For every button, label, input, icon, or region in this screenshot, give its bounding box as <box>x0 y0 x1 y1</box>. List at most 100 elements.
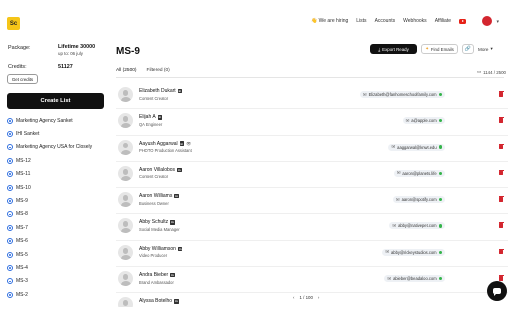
pagination: ‹ 1 / 100 › <box>293 295 319 300</box>
sidebar-list-item[interactable]: MS-8 <box>7 208 107 221</box>
sparkle-icon: ✦ <box>425 46 429 51</box>
email-pill[interactable]: ✉ a@apple.com <box>402 117 445 125</box>
sidebar-list-item[interactable]: MS-6 <box>7 235 107 248</box>
sidebar-list-item[interactable]: MS-7 <box>7 221 107 234</box>
next-page-button[interactable]: › <box>318 295 319 300</box>
table-row[interactable]: Elijah Ain QA Engineer ✉ a@apple.com <box>116 109 508 136</box>
contact-name[interactable]: Abby Williamson <box>139 246 176 252</box>
contact-title: QA Engineer <box>139 121 163 127</box>
list-icon <box>7 198 13 205</box>
email-pill[interactable]: ✉ abby@rickeystudios.com <box>382 248 445 256</box>
contact-name[interactable]: Elizabeth Dukart <box>139 88 176 94</box>
chevron-down-icon: ▾ <box>490 46 493 51</box>
chat-button[interactable] <box>487 281 507 301</box>
trash-icon[interactable] <box>498 275 504 281</box>
contact-name[interactable]: Elijah A <box>139 114 156 120</box>
trash-icon[interactable] <box>498 169 504 176</box>
linkedin-icon[interactable]: in <box>177 246 183 252</box>
nav-affiliate[interactable]: Affiliate <box>435 18 451 24</box>
linkedin-icon[interactable]: in <box>170 272 175 278</box>
linkedin-icon[interactable]: in <box>177 88 183 94</box>
sidebar-list-item[interactable]: Marketing Agency Sanket <box>7 114 107 127</box>
top-bar: Sc 👋 We are hiring Lists Accounts Webhoo… <box>0 0 512 40</box>
contact-title: Content Creator <box>139 95 169 101</box>
mail-icon: ✉ <box>385 249 390 255</box>
sidebar-list-item[interactable]: MS-9 <box>7 194 107 207</box>
nav-lists[interactable]: Lists <box>356 18 366 24</box>
contact-name[interactable]: Aayush Aggarwal <box>139 141 178 147</box>
contact-name[interactable]: Aaron Villalobos <box>139 167 175 173</box>
table-row[interactable]: Aaron Williams in Business Owner ✉ aaron@s… <box>116 188 508 215</box>
hiring-link[interactable]: 👋 We are hiring <box>311 18 348 24</box>
avatar <box>118 271 133 287</box>
sidebar-list-item[interactable]: MS-5 <box>7 248 107 261</box>
email-pill[interactable]: ✉ aaron@spotify.com <box>392 196 445 204</box>
sidebar-list-item[interactable]: MS-2 <box>7 288 107 301</box>
list-icon <box>7 117 13 124</box>
trash-icon[interactable] <box>498 143 504 150</box>
prev-page-button[interactable]: ‹ <box>293 295 294 300</box>
trash-icon[interactable] <box>498 117 504 123</box>
mail-icon: ✉ <box>387 275 392 281</box>
sidebar-list-item[interactable]: Marketing Agency USA for Closely <box>7 141 107 154</box>
linkedin-icon[interactable]: in <box>177 167 182 173</box>
trash-icon[interactable] <box>498 91 504 97</box>
sidebar-list-item[interactable]: MS-4 <box>7 261 107 274</box>
contact-name[interactable]: Abby Schultz <box>139 219 168 225</box>
list-icon <box>7 144 13 151</box>
contact-name[interactable]: Andra Bieber <box>139 272 168 278</box>
sidebar-list-item[interactable]: IHI Sanket <box>7 127 107 140</box>
export-button[interactable]: ⤓ Export Ready <box>370 44 417 54</box>
chevron-down-icon[interactable]: ▾ <box>496 19 499 25</box>
linkedin-icon[interactable]: in <box>170 220 175 225</box>
contact-name[interactable]: Alyssa Botelho <box>139 298 172 304</box>
avatar <box>118 113 133 129</box>
chat-icon <box>493 288 501 296</box>
find-emails-button[interactable]: ✦ Find Emails <box>421 44 458 54</box>
avatar <box>118 87 133 102</box>
status-dot <box>438 224 442 228</box>
sidebar-list-item[interactable]: MS-10 <box>7 181 107 194</box>
trash-icon[interactable] <box>498 196 504 202</box>
create-list-button[interactable]: Create List <box>7 93 104 109</box>
linkedin-icon[interactable]: in <box>174 299 179 304</box>
card-icon: ▭ <box>476 69 482 74</box>
nav-webhooks[interactable]: Webhooks <box>403 18 427 24</box>
table-row[interactable]: Andra Bieber in Brand Ambassador ✉ abieber… <box>116 267 508 294</box>
app-logo[interactable]: Sc <box>7 17 20 30</box>
nav-accounts[interactable]: Accounts <box>375 18 396 24</box>
package-value: Lifetime 30000 <box>58 44 96 50</box>
table-row[interactable]: Elizabeth Dukart in Content Creator ✉ Eliz… <box>116 83 508 110</box>
trash-icon[interactable] <box>498 222 504 229</box>
sidebar-list-item[interactable]: MS-11 <box>7 168 107 181</box>
table-row[interactable]: Abby Williamson in Video Producer ✉ abby@r… <box>116 241 508 268</box>
more-button[interactable]: More ▾ <box>478 44 493 54</box>
user-avatar[interactable] <box>482 16 492 26</box>
youtube-icon[interactable] <box>459 18 466 24</box>
package-sub: up to: 06 july <box>58 51 83 56</box>
email-pill[interactable]: ✉ abby@nativepet.com <box>389 222 445 230</box>
email-pill[interactable]: ✉ aaron@planets.life <box>393 169 445 177</box>
avatar <box>118 244 133 260</box>
email-pill[interactable]: ✉ aaggarwal@knwt.edu <box>388 143 445 151</box>
contact-name[interactable]: Aaron Williams <box>139 193 172 199</box>
list-icon <box>7 131 13 138</box>
trash-icon[interactable] <box>498 248 504 255</box>
sidebar-list-item[interactable]: MS-12 <box>7 154 107 167</box>
get-credits-button[interactable]: Get credits <box>7 74 38 84</box>
table-row[interactable]: Aayush Aggarwal in 👁 PHOTO Production Assi… <box>116 136 508 162</box>
email-pill[interactable]: ✉ Elizabeth@fanhomeschoolfamily.com <box>359 91 445 98</box>
eye-icon[interactable]: 👁 <box>186 141 191 146</box>
page-title: MS-9 <box>116 46 140 57</box>
record-count: ▭ 1144 / 2500 <box>476 69 506 75</box>
table-row[interactable]: Abby Schultz in Social Media Manager ✉ abb… <box>116 214 508 241</box>
sidebar-list-item[interactable]: MS-3 <box>7 275 107 288</box>
status-dot <box>438 145 442 149</box>
email-pill[interactable]: ✉ abieber@beadaloo.com <box>384 275 445 283</box>
linkedin-icon[interactable]: in <box>179 141 185 146</box>
link-button[interactable]: 🔗 <box>462 44 474 54</box>
table-row[interactable]: Aaron Villalobos in Content Creator ✉ aaro… <box>116 162 508 189</box>
linkedin-icon[interactable]: in <box>157 115 163 120</box>
linkedin-icon[interactable]: in <box>174 193 179 199</box>
list-icon <box>7 211 13 218</box>
